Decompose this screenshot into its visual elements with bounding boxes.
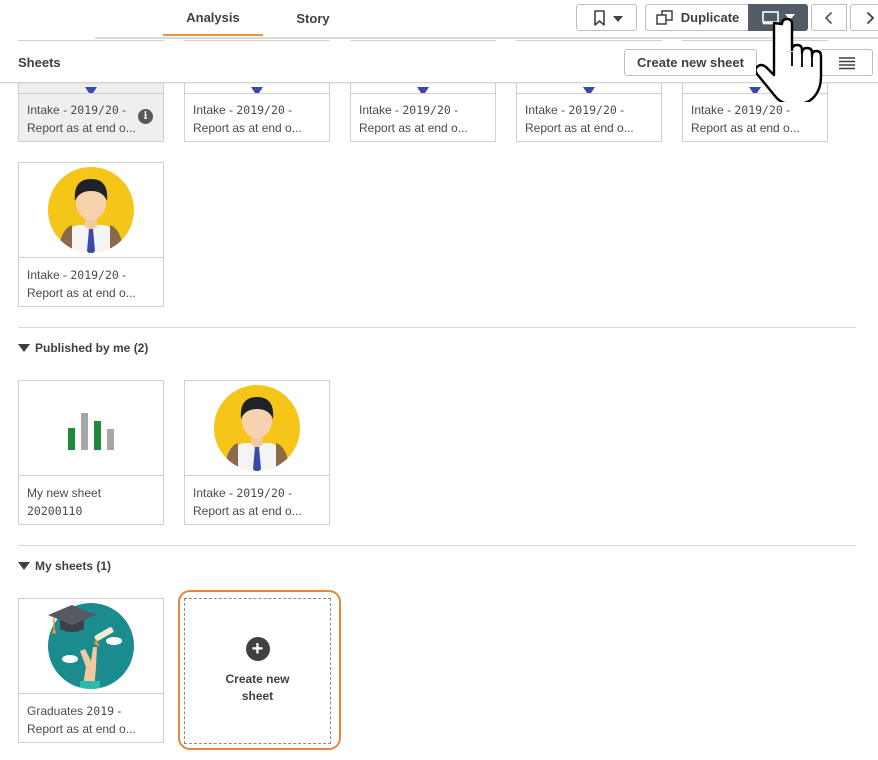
bookmark-button[interactable] [576,4,637,31]
sheets-panel-header: Sheets Create new sheet [0,41,878,83]
sheet-title-line1: My new sheet [27,486,102,500]
sheet-title-line2: Report as at end o... [525,121,634,135]
sheet-thumbnail [19,599,163,693]
sheet-thumbnail [185,381,329,475]
sheet-thumbnail [19,381,163,475]
top-toolbar: Analysis Story Duplicate [0,0,878,39]
section-divider [18,545,856,546]
section-title: My sheets (1) [35,559,112,573]
sheet-title-line1: Intake - 2019/20 - [359,103,459,117]
plus-icon: + [245,637,270,661]
tab-analysis[interactable]: Analysis [163,0,263,36]
info-icon[interactable]: i [138,109,153,124]
list-view-button[interactable] [820,49,873,76]
sheet-title-line1: Intake - 2019/20 - [27,103,127,117]
hand-cursor-icon [756,18,823,102]
section-divider [18,327,856,328]
sheet-title-line1: Intake - 2019/20 - [525,103,625,117]
student-avatar-icon [48,167,134,253]
sheet-title-line2: Report as at end o... [691,121,800,135]
sheet-title-line2: Report as at end o... [193,504,302,518]
create-new-sheet-card[interactable]: + Create new sheet [184,598,331,744]
sheet-title-line2: 20200110 [27,504,83,518]
tab-story[interactable]: Story [263,0,363,36]
bar-chart-icon [68,413,114,450]
create-new-sheet-button[interactable]: Create new sheet [624,49,757,76]
sheet-title-line2: Report as at end o... [27,121,136,135]
sheet-card[interactable]: Intake - 2019/20 - Report as at end o... [184,380,330,525]
section-header-my-sheets[interactable]: My sheets (1) [18,559,111,573]
sheet-title-line1: Intake - 2019/20 - [691,103,791,117]
sheet-card[interactable]: Intake - 2019/20 - Report as at end o... [18,162,164,307]
sheet-card[interactable]: Graduates 2019 - Report as at end o... [18,598,164,743]
next-sheet-button[interactable] [850,4,878,31]
graduation-icon [48,603,134,689]
sheet-thumbnail [19,163,163,257]
sheet-card[interactable]: My new sheet 20200110 [18,380,164,525]
student-avatar-icon [214,385,300,471]
sheet-title-line2: Report as at end o... [359,121,468,135]
section-title: Published by me (2) [35,341,149,355]
chevron-right-icon [866,11,875,24]
bookmark-icon [593,9,623,26]
sheet-title-line1: Intake - 2019/20 - [193,486,293,500]
caret-down-icon [18,344,30,352]
sheet-title-line2: Report as at end o... [193,121,302,135]
duplicate-button[interactable]: Duplicate [645,4,749,31]
sheet-title-line1: Intake - 2019/20 - [27,268,127,282]
duplicate-label: Duplicate [680,10,740,25]
section-header-published[interactable]: Published by me (2) [18,341,148,355]
sheet-title-line2: Report as at end o... [27,286,136,300]
sheet-title-line2: Report as at end o... [27,722,136,736]
create-new-sheet-label: Create new sheet [225,672,290,703]
sheets-panel-title: Sheets [18,55,61,70]
caret-down-icon [18,562,30,570]
duplicate-icon [655,10,673,25]
list-icon [838,56,855,69]
sheet-title-line1: Intake - 2019/20 - [193,103,293,117]
sheet-title-line1: Graduates 2019 - [27,704,122,718]
